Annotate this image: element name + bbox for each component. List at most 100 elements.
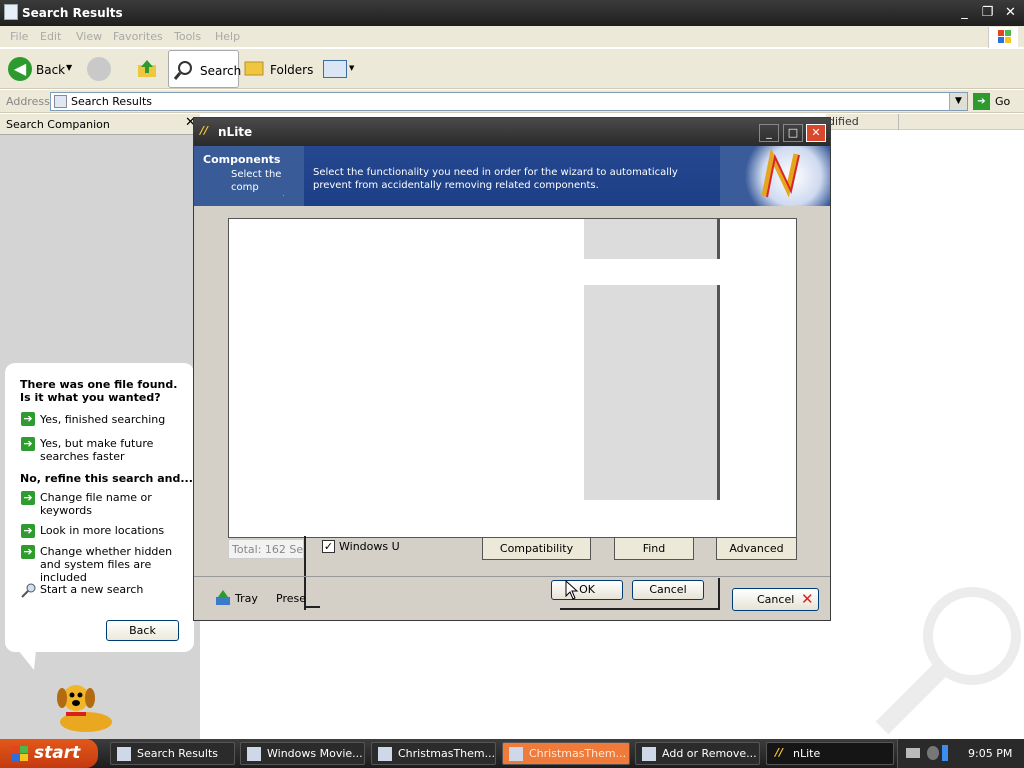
task-christmas-theme-2[interactable]: ChristmasThem... bbox=[502, 742, 630, 765]
green-arrow-icon: ➔ bbox=[21, 491, 35, 505]
search-button[interactable]: Search bbox=[168, 50, 241, 88]
folders-button[interactable]: Folders bbox=[270, 63, 313, 77]
pane-title: Search Companion bbox=[6, 118, 110, 131]
banner-front-layer: Select the functionality you need in ord… bbox=[304, 146, 720, 206]
go-button[interactable]: Go bbox=[995, 95, 1010, 108]
forward-button[interactable] bbox=[87, 57, 111, 81]
panel-divider bbox=[717, 285, 720, 500]
network-icon[interactable] bbox=[942, 745, 948, 761]
menu-tools[interactable]: Tools bbox=[174, 30, 201, 43]
restore-button[interactable]: ❐ bbox=[977, 3, 998, 22]
cancel-x-icon: ✕ bbox=[801, 590, 814, 608]
hidden-files-link[interactable]: Change whether hidden and system files a… bbox=[40, 545, 190, 584]
back-button[interactable]: Back bbox=[36, 63, 65, 77]
movie-maker-icon bbox=[247, 747, 261, 761]
ok-button[interactable]: OK bbox=[551, 580, 623, 600]
explorer-title-bar[interactable]: Search Results _ ❐ ✕ bbox=[0, 0, 1024, 26]
new-search-link[interactable]: Start a new search bbox=[40, 583, 143, 596]
cancel-button[interactable]: Cancel ✕ bbox=[732, 588, 819, 611]
close-button[interactable]: ✕ bbox=[1000, 3, 1021, 22]
theme-icon bbox=[509, 747, 523, 761]
nlite-logo-icon bbox=[734, 146, 830, 206]
companion-back-button[interactable]: Back bbox=[106, 620, 179, 641]
clock[interactable]: 9:05 PM bbox=[968, 747, 1012, 760]
tray-icon bbox=[216, 590, 230, 605]
folders-icon[interactable] bbox=[244, 59, 266, 77]
compatibility-button[interactable]: Compatibility bbox=[482, 537, 591, 560]
search-results-icon bbox=[4, 4, 18, 20]
up-folder-icon[interactable] bbox=[136, 57, 158, 79]
address-dropdown-icon[interactable]: ▼ bbox=[949, 93, 967, 110]
standard-toolbar: ◀ Back ▼ Search Folders ▼ bbox=[0, 49, 1024, 89]
advanced-button[interactable]: Advanced bbox=[716, 537, 797, 560]
banner-back-layer: Components Select the comp preserve the … bbox=[194, 146, 304, 206]
menu-favorites[interactable]: Favorites bbox=[113, 30, 163, 43]
address-bar: Address Search Results ▼ ➔ Go bbox=[0, 90, 1024, 113]
total-selected-label: Total: 162 Sele bbox=[228, 539, 304, 559]
watermark-magnifier-icon bbox=[875, 587, 1021, 735]
minimize-button[interactable]: _ bbox=[954, 3, 975, 22]
task-windows-movie[interactable]: Windows Movie... bbox=[240, 742, 365, 765]
views-dropdown-icon[interactable]: ▼ bbox=[349, 64, 354, 72]
banner-description: Select the functionality you need in ord… bbox=[313, 167, 678, 191]
window-title: Search Results bbox=[22, 6, 123, 20]
change-file-name-link[interactable]: Change file name or keywords bbox=[40, 491, 160, 517]
green-arrow-icon: ➔ bbox=[21, 524, 35, 538]
start-button[interactable]: start bbox=[0, 739, 98, 768]
components-banner: Components Select the comp preserve the … bbox=[194, 146, 830, 206]
finished-searching-link[interactable]: Yes, finished searching bbox=[40, 413, 190, 426]
keyboard-icon[interactable] bbox=[906, 748, 920, 758]
windows-update-checkbox[interactable]: ✓ bbox=[322, 540, 335, 553]
balloon-heading: There was one file found. Is it what you… bbox=[20, 378, 178, 404]
task-christmas-theme-1[interactable]: ChristmasThem... bbox=[371, 742, 496, 765]
menu-view[interactable]: View bbox=[76, 30, 102, 43]
back-dropdown-icon[interactable]: ▼ bbox=[66, 63, 72, 72]
tray-button[interactable]: Tray bbox=[235, 592, 258, 605]
theme-icon bbox=[378, 747, 392, 761]
search-companion-header: Search Companion ✕ bbox=[0, 114, 200, 135]
column-divider[interactable] bbox=[898, 114, 899, 130]
refine-heading: No, refine this search and... bbox=[20, 472, 193, 485]
inner-cancel-button[interactable]: Cancel bbox=[632, 580, 704, 600]
back-arrow-icon[interactable]: ◀ bbox=[8, 57, 32, 81]
search-results-icon bbox=[54, 95, 67, 108]
list-placeholder-top bbox=[584, 219, 719, 259]
footer-separator bbox=[194, 576, 830, 577]
menu-edit[interactable]: Edit bbox=[40, 30, 61, 43]
windows-logo-icon bbox=[988, 27, 1018, 48]
more-locations-link[interactable]: Look in more locations bbox=[40, 524, 190, 537]
menu-file[interactable]: File bbox=[10, 30, 28, 43]
panel-divider bbox=[717, 219, 720, 259]
find-button[interactable]: Find bbox=[614, 537, 694, 560]
dialog-maximize-button[interactable]: □ bbox=[783, 124, 803, 142]
banner-sub-back: Select the comp preserve the ch bbox=[231, 169, 295, 196]
dialog-close-button[interactable]: ✕ bbox=[806, 124, 826, 142]
search-icon bbox=[173, 61, 192, 80]
dialog-minimize-button[interactable]: _ bbox=[759, 124, 779, 142]
green-arrow-icon: ➔ bbox=[21, 412, 35, 426]
green-arrow-icon: ➔ bbox=[21, 545, 35, 559]
address-field[interactable]: Search Results ▼ bbox=[50, 92, 968, 111]
nlite-icon: // bbox=[200, 124, 209, 137]
address-label: Address bbox=[6, 95, 50, 108]
go-arrow-icon[interactable]: ➔ bbox=[973, 93, 990, 110]
views-icon[interactable] bbox=[323, 60, 347, 78]
task-nlite[interactable]: //nLite bbox=[766, 742, 894, 765]
magnifier-icon bbox=[21, 583, 36, 598]
task-search-results[interactable]: Search Results bbox=[110, 742, 235, 765]
tray-arrow-icon[interactable] bbox=[927, 746, 939, 760]
taskbar: start Search Results Windows Movie... Ch… bbox=[0, 739, 1024, 768]
menu-help[interactable]: Help bbox=[215, 30, 240, 43]
components-list[interactable] bbox=[228, 218, 797, 538]
mouse-cursor-icon bbox=[565, 580, 579, 600]
dialog-title-bar[interactable]: // nLite _ □ ✕ bbox=[194, 118, 830, 146]
faster-searches-link[interactable]: Yes, but make future searches faster bbox=[40, 437, 170, 463]
task-add-remove[interactable]: Add or Remove... bbox=[635, 742, 760, 765]
system-tray: 9:05 PM bbox=[897, 739, 1024, 768]
add-remove-icon bbox=[642, 747, 656, 761]
dialog-title: nLite bbox=[218, 125, 253, 139]
windows-update-checkbox-label: Windows U bbox=[339, 540, 400, 553]
results-list-header[interactable]: dified bbox=[826, 114, 1024, 130]
presets-button[interactable]: Prese bbox=[276, 592, 306, 605]
search-dog-icon[interactable] bbox=[46, 678, 118, 736]
